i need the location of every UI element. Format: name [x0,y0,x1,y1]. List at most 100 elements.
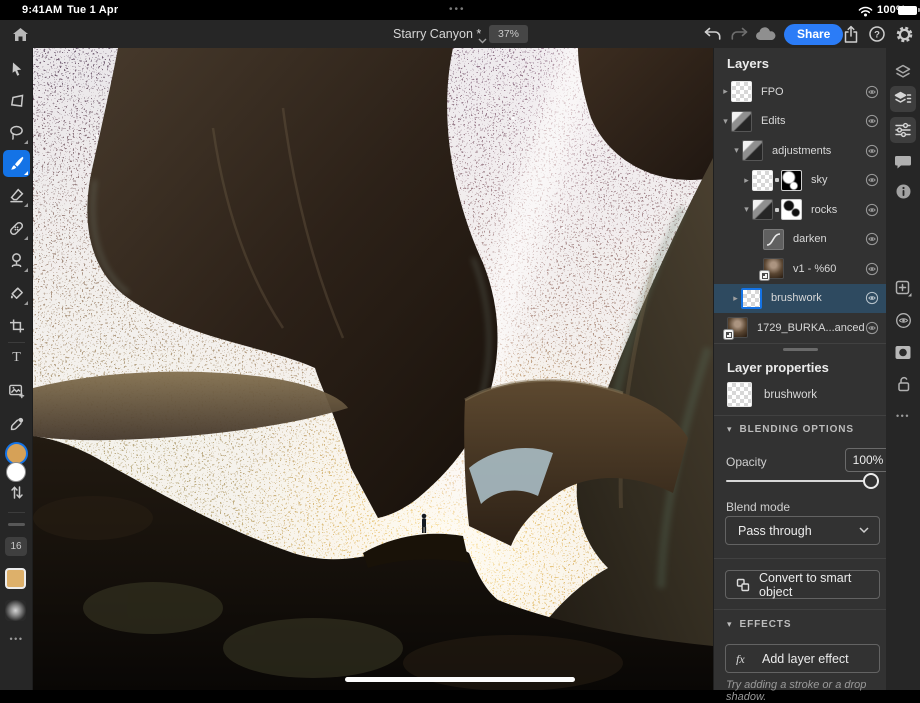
share-button[interactable]: Share [784,24,843,45]
settings-gear-icon[interactable] [892,22,916,46]
transform-tool[interactable] [3,87,30,114]
status-bar: 9:41AM Tue 1 Apr ••• 100% [0,0,920,20]
effects-header[interactable]: ▾ EFFECTS [727,619,791,630]
opacity-slider-track[interactable] [726,480,879,482]
visibility-eye-icon[interactable] [865,321,879,335]
effects-hint-text: Try adding a stroke or a drop shadow. [726,679,886,703]
layer-row-darken[interactable]: darken [714,225,887,255]
smart-object-icon [736,578,750,592]
layers-panel: Layers ▸ FPO ▾ Edits ▾ adjustments ▸ sky… [713,48,886,690]
expand-down-icon[interactable]: ▾ [741,204,752,215]
curves-adjustment-thumbnail [763,229,784,250]
panel-resize-handle[interactable] [783,348,818,351]
layer-row-edits[interactable]: ▾ Edits [714,107,887,137]
chevron-down-icon [859,527,869,534]
selected-layer-thumbnail [741,288,762,309]
cloud-sync-icon[interactable] [754,22,778,46]
swap-colors-icon[interactable] [3,479,30,506]
blend-mode-dropdown[interactable]: Pass through [725,516,880,545]
fill-tool[interactable] [3,280,30,307]
add-layer-effect-button[interactable]: fx Add layer effect [725,644,880,673]
layer-row-sky[interactable]: ▸ sky [714,166,887,196]
adjustment-sliders-icon[interactable] [890,117,916,143]
layer-thumbnail [731,81,752,102]
document-canvas[interactable] [33,48,713,690]
layer-thumbnail [752,170,773,191]
layer-mask-thumbnail [781,199,802,220]
lock-icon[interactable] [890,371,916,397]
brush-color-swatch[interactable] [5,568,26,589]
document-title[interactable]: Starry Canyon * [393,27,481,41]
visibility-eye-icon[interactable] [865,203,879,217]
brush-size-badge[interactable]: 16 [5,537,27,556]
crop-tool[interactable] [3,312,30,339]
blend-mode-label: Blend mode [726,500,790,514]
multitask-dots-icon[interactable]: ••• [449,4,466,15]
eyedropper-tool[interactable] [3,410,30,437]
expand-right-icon[interactable]: ▸ [741,175,752,186]
battery-icon [898,6,920,15]
layers-panel-icon[interactable] [890,86,916,112]
expand-down-icon[interactable]: ▾ [720,116,731,127]
layer-row-v1[interactable]: v1 - %60 [714,254,887,284]
visibility-eye-icon[interactable] [865,144,879,158]
layer-mask-icon[interactable] [890,339,916,365]
home-icon[interactable] [8,22,32,46]
properties-layer-thumbnail [727,382,752,407]
layers-panel-title: Layers [727,56,769,71]
panel-more-icon[interactable]: ••• [886,411,920,421]
comment-icon[interactable] [890,148,916,174]
lasso-tool[interactable] [3,119,30,146]
zoom-level-badge[interactable]: 37% [489,25,528,43]
layer-row-rocks[interactable]: ▾ rocks [714,195,887,225]
redo-icon[interactable] [727,22,751,46]
place-photo-tool[interactable] [3,377,30,404]
starry-canyon-photo [33,48,713,690]
eraser-tool[interactable] [3,182,30,209]
fx-icon: fx [736,652,753,665]
info-icon[interactable] [890,178,916,204]
tool-options-drag-handle[interactable] [8,523,25,526]
healing-brush-tool[interactable] [3,215,30,242]
properties-layer-name: brushwork [764,389,817,401]
convert-smart-object-button[interactable]: Convert to smart object [725,570,880,599]
mask-link-icon [775,178,779,182]
mask-link-icon [775,208,779,212]
visibility-eye-icon[interactable] [865,114,879,128]
expand-down-icon[interactable]: ▾ [731,145,742,156]
clone-stamp-tool[interactable] [3,247,30,274]
export-icon[interactable] [839,22,863,46]
visibility-eye-icon[interactable] [865,232,879,246]
opacity-slider-knob[interactable] [863,473,879,489]
layer-mask-thumbnail [781,170,802,191]
home-indicator-bar[interactable] [345,677,575,682]
type-tool[interactable]: T [3,344,30,371]
opacity-value-field[interactable]: 100% [845,448,891,472]
layer-properties-title: Layer properties [727,360,829,375]
clock: 9:41AM [22,4,62,16]
help-icon[interactable]: ? [865,22,889,46]
visibility-eye-icon[interactable] [865,173,879,187]
blending-options-header[interactable]: ▾ BLENDING OPTIONS [727,424,854,435]
visibility-icon[interactable] [890,307,916,333]
layer-row-background[interactable]: 1729_BURKA...anced-NR33 [714,313,887,343]
visibility-eye-icon[interactable] [865,262,879,276]
svg-text:fx: fx [736,652,745,665]
move-tool[interactable] [3,55,30,82]
layer-row-brushwork-selected[interactable]: ▸ brushwork [714,284,887,314]
visibility-eye-icon[interactable] [865,291,879,305]
expand-right-icon[interactable]: ▸ [730,293,741,304]
layer-thumbnail [731,111,752,132]
right-icon-strip: ••• [886,48,920,690]
visibility-eye-icon[interactable] [865,85,879,99]
brush-tip-preview[interactable] [5,600,26,621]
title-chevron-down-icon[interactable] [478,31,487,49]
add-layer-icon[interactable] [890,275,916,301]
layers-stack-icon[interactable] [890,59,916,85]
tool-options-more-icon[interactable]: ••• [0,634,33,644]
layer-row-fpo[interactable]: ▸ FPO [714,77,887,107]
brush-tool[interactable] [3,150,30,177]
undo-icon[interactable] [700,22,724,46]
layer-row-adjustments[interactable]: ▾ adjustments [714,136,887,166]
expand-right-icon[interactable]: ▸ [720,86,731,97]
